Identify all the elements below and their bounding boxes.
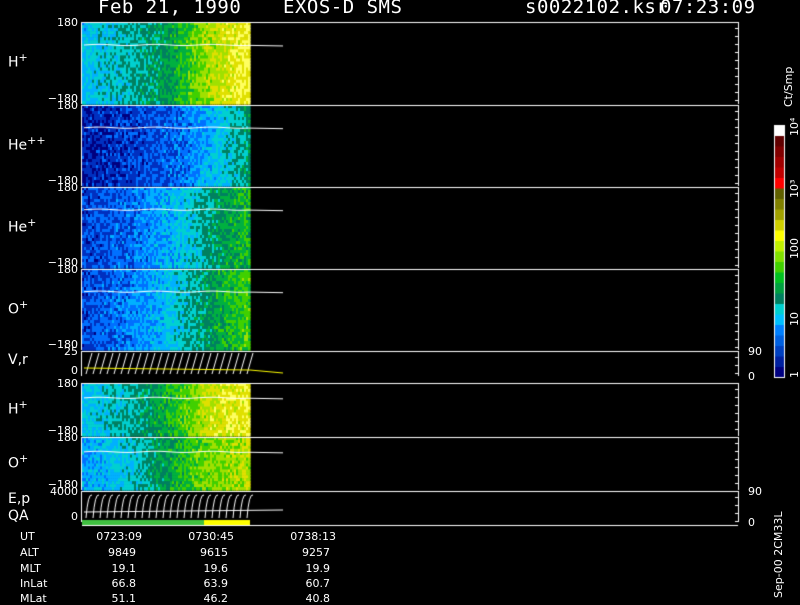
y2-tick-bottom: 0 bbox=[748, 370, 755, 383]
colorbar-tick: 10 bbox=[788, 312, 800, 326]
header-file: s0022102.ksr bbox=[525, 0, 669, 18]
y-tick-bottom: 0 bbox=[71, 510, 78, 523]
colorbar-tick: 100 bbox=[788, 238, 800, 259]
orbit-value: 9615 bbox=[200, 546, 228, 559]
y-tick-top: 180 bbox=[57, 99, 78, 112]
y-tick-top: 180 bbox=[57, 263, 78, 276]
header-date: Feb 21, 1990 bbox=[98, 0, 242, 18]
header-time: 07:23:09 bbox=[660, 0, 756, 18]
orbit-value: 0723:09 bbox=[96, 530, 142, 543]
panel-label: V,r bbox=[8, 351, 28, 368]
y-tick-top: 180 bbox=[57, 431, 78, 444]
panel-label: H+ bbox=[8, 51, 28, 71]
colorbar-tick: 10⁴ bbox=[788, 117, 800, 136]
colorbar-tick: 10³ bbox=[788, 179, 800, 198]
panel-label: He+ bbox=[8, 215, 37, 236]
panel-label: E,p bbox=[8, 490, 31, 507]
y-tick-top: 180 bbox=[57, 377, 78, 390]
orbit-value: 46.2 bbox=[203, 592, 229, 605]
panel-label: O+ bbox=[8, 451, 29, 472]
y-tick-bottom: 0 bbox=[71, 364, 78, 377]
orbit-value: 19.9 bbox=[305, 562, 331, 575]
panel-label: O+ bbox=[8, 297, 29, 318]
orbit-row-label: MLat bbox=[20, 592, 47, 605]
y-tick-top: 4000 bbox=[50, 485, 78, 498]
orbit-value: 19.6 bbox=[203, 562, 229, 575]
orbit-row-label: InLat bbox=[20, 577, 48, 590]
y-tick-top: 180 bbox=[57, 16, 78, 29]
orbit-value: 66.8 bbox=[111, 577, 137, 590]
orbit-row-label: ALT bbox=[20, 546, 39, 559]
orbit-value: 51.1 bbox=[111, 592, 137, 605]
orbit-value: 0738:13 bbox=[290, 530, 336, 543]
panel-label: H+ bbox=[8, 397, 28, 418]
orbit-value: 60.7 bbox=[305, 577, 331, 590]
y2-tick-top: 90 bbox=[748, 485, 762, 498]
panel-label: He++ bbox=[8, 133, 46, 154]
y2-tick-top: 90 bbox=[748, 345, 762, 358]
orbit-row-label: MLT bbox=[20, 562, 41, 575]
y-tick-top: 180 bbox=[57, 181, 78, 194]
orbit-value: 63.9 bbox=[203, 577, 229, 590]
orbit-value: 19.1 bbox=[111, 562, 137, 575]
orbit-row-label: UT bbox=[20, 530, 35, 543]
y2-tick-bottom: 0 bbox=[748, 516, 755, 529]
orbit-value: 9849 bbox=[108, 546, 136, 559]
qa-label: QA bbox=[8, 508, 29, 524]
y-tick-top: 25 bbox=[64, 345, 78, 358]
orbit-value: 40.8 bbox=[305, 592, 331, 605]
header-mission: EXOS-D SMS bbox=[283, 0, 403, 18]
colorbar-title: Ct/Smp bbox=[782, 66, 795, 107]
colorbar-tick: 1 bbox=[788, 371, 800, 378]
side-stamp: Sep-00 2CM33L bbox=[772, 511, 785, 599]
orbit-value: 0730:45 bbox=[188, 530, 234, 543]
orbit-value: 9257 bbox=[302, 546, 330, 559]
spectrogram-canvas bbox=[0, 0, 800, 600]
